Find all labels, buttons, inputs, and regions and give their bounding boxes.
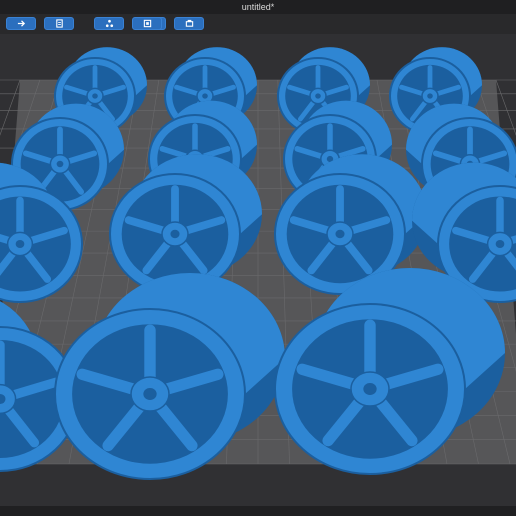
open-file-button[interactable] bbox=[44, 17, 74, 30]
printer-icon bbox=[185, 19, 193, 27]
import-icon bbox=[17, 20, 25, 27]
layer-preview-button[interactable] bbox=[132, 17, 162, 30]
status-bar bbox=[0, 506, 516, 516]
print-button[interactable] bbox=[174, 17, 204, 30]
layer-frame-icon bbox=[143, 19, 151, 28]
build-plate-scene bbox=[0, 34, 516, 506]
open-file-icon bbox=[55, 19, 63, 28]
3d-viewport[interactable] bbox=[0, 34, 516, 506]
import-button[interactable] bbox=[6, 17, 36, 30]
top-toolbar bbox=[0, 14, 516, 34]
supports-button[interactable] bbox=[94, 17, 124, 30]
support-icon bbox=[105, 19, 113, 28]
window-title: untitled* bbox=[241, 2, 275, 12]
slicer-app-window: untitled* bbox=[0, 0, 516, 516]
title-bar: untitled* bbox=[0, 0, 516, 14]
